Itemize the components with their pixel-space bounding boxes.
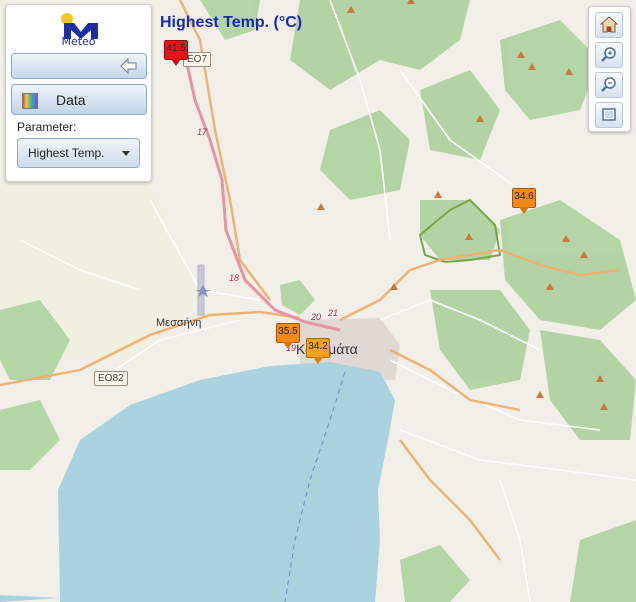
station-marker-tip	[313, 357, 323, 364]
zoom-in-button[interactable]	[595, 42, 623, 68]
home-icon	[600, 16, 618, 33]
parameter-select[interactable]: Highest Temp.	[17, 138, 140, 168]
road-ref-e82: ΕΟ82	[94, 371, 128, 386]
road-number-18: 18	[229, 273, 240, 283]
data-button[interactable]: Data	[11, 84, 147, 115]
place-label-messini: Μεσσήνη	[156, 317, 202, 329]
chevron-down-icon	[122, 151, 130, 156]
station-value: 34.6	[514, 191, 534, 202]
data-button-label: Data	[56, 92, 86, 108]
station-marker[interactable]: 41.5	[164, 40, 188, 66]
road-number-21: 21	[328, 308, 339, 318]
control-panel: Meteo Data Parameter: Highest Temp.	[5, 4, 152, 182]
map-toolbar	[588, 6, 631, 132]
home-button[interactable]	[595, 12, 623, 38]
parameter-select-value: Highest Temp.	[28, 146, 105, 160]
station-marker[interactable]: 35.5	[276, 323, 300, 349]
arrow-left-icon	[120, 58, 137, 74]
logo-text: Meteo	[61, 35, 96, 48]
zoom-out-button[interactable]	[595, 72, 623, 98]
station-marker-tip	[519, 207, 529, 214]
road-number-20: 20	[311, 312, 322, 322]
station-marker[interactable]: 34.6	[512, 188, 536, 214]
road-number-17: 17	[197, 127, 208, 137]
map-title: Highest Temp. (°C)	[160, 14, 303, 31]
zoom-extent-button[interactable]	[595, 102, 623, 128]
station-marker[interactable]: 34.2	[306, 338, 330, 364]
station-value: 35.5	[278, 326, 298, 337]
zoom-extent-icon	[602, 108, 616, 121]
station-marker-tip	[283, 342, 293, 349]
color-scale-icon	[22, 93, 38, 109]
zoom-in-icon	[601, 47, 616, 62]
station-value: 34.2	[308, 341, 328, 352]
collapse-panel-button[interactable]	[11, 53, 147, 79]
station-marker-tip	[171, 59, 181, 66]
zoom-out-icon	[601, 77, 616, 92]
parameter-label: Parameter:	[17, 120, 77, 134]
station-value: 41.5	[166, 43, 186, 54]
